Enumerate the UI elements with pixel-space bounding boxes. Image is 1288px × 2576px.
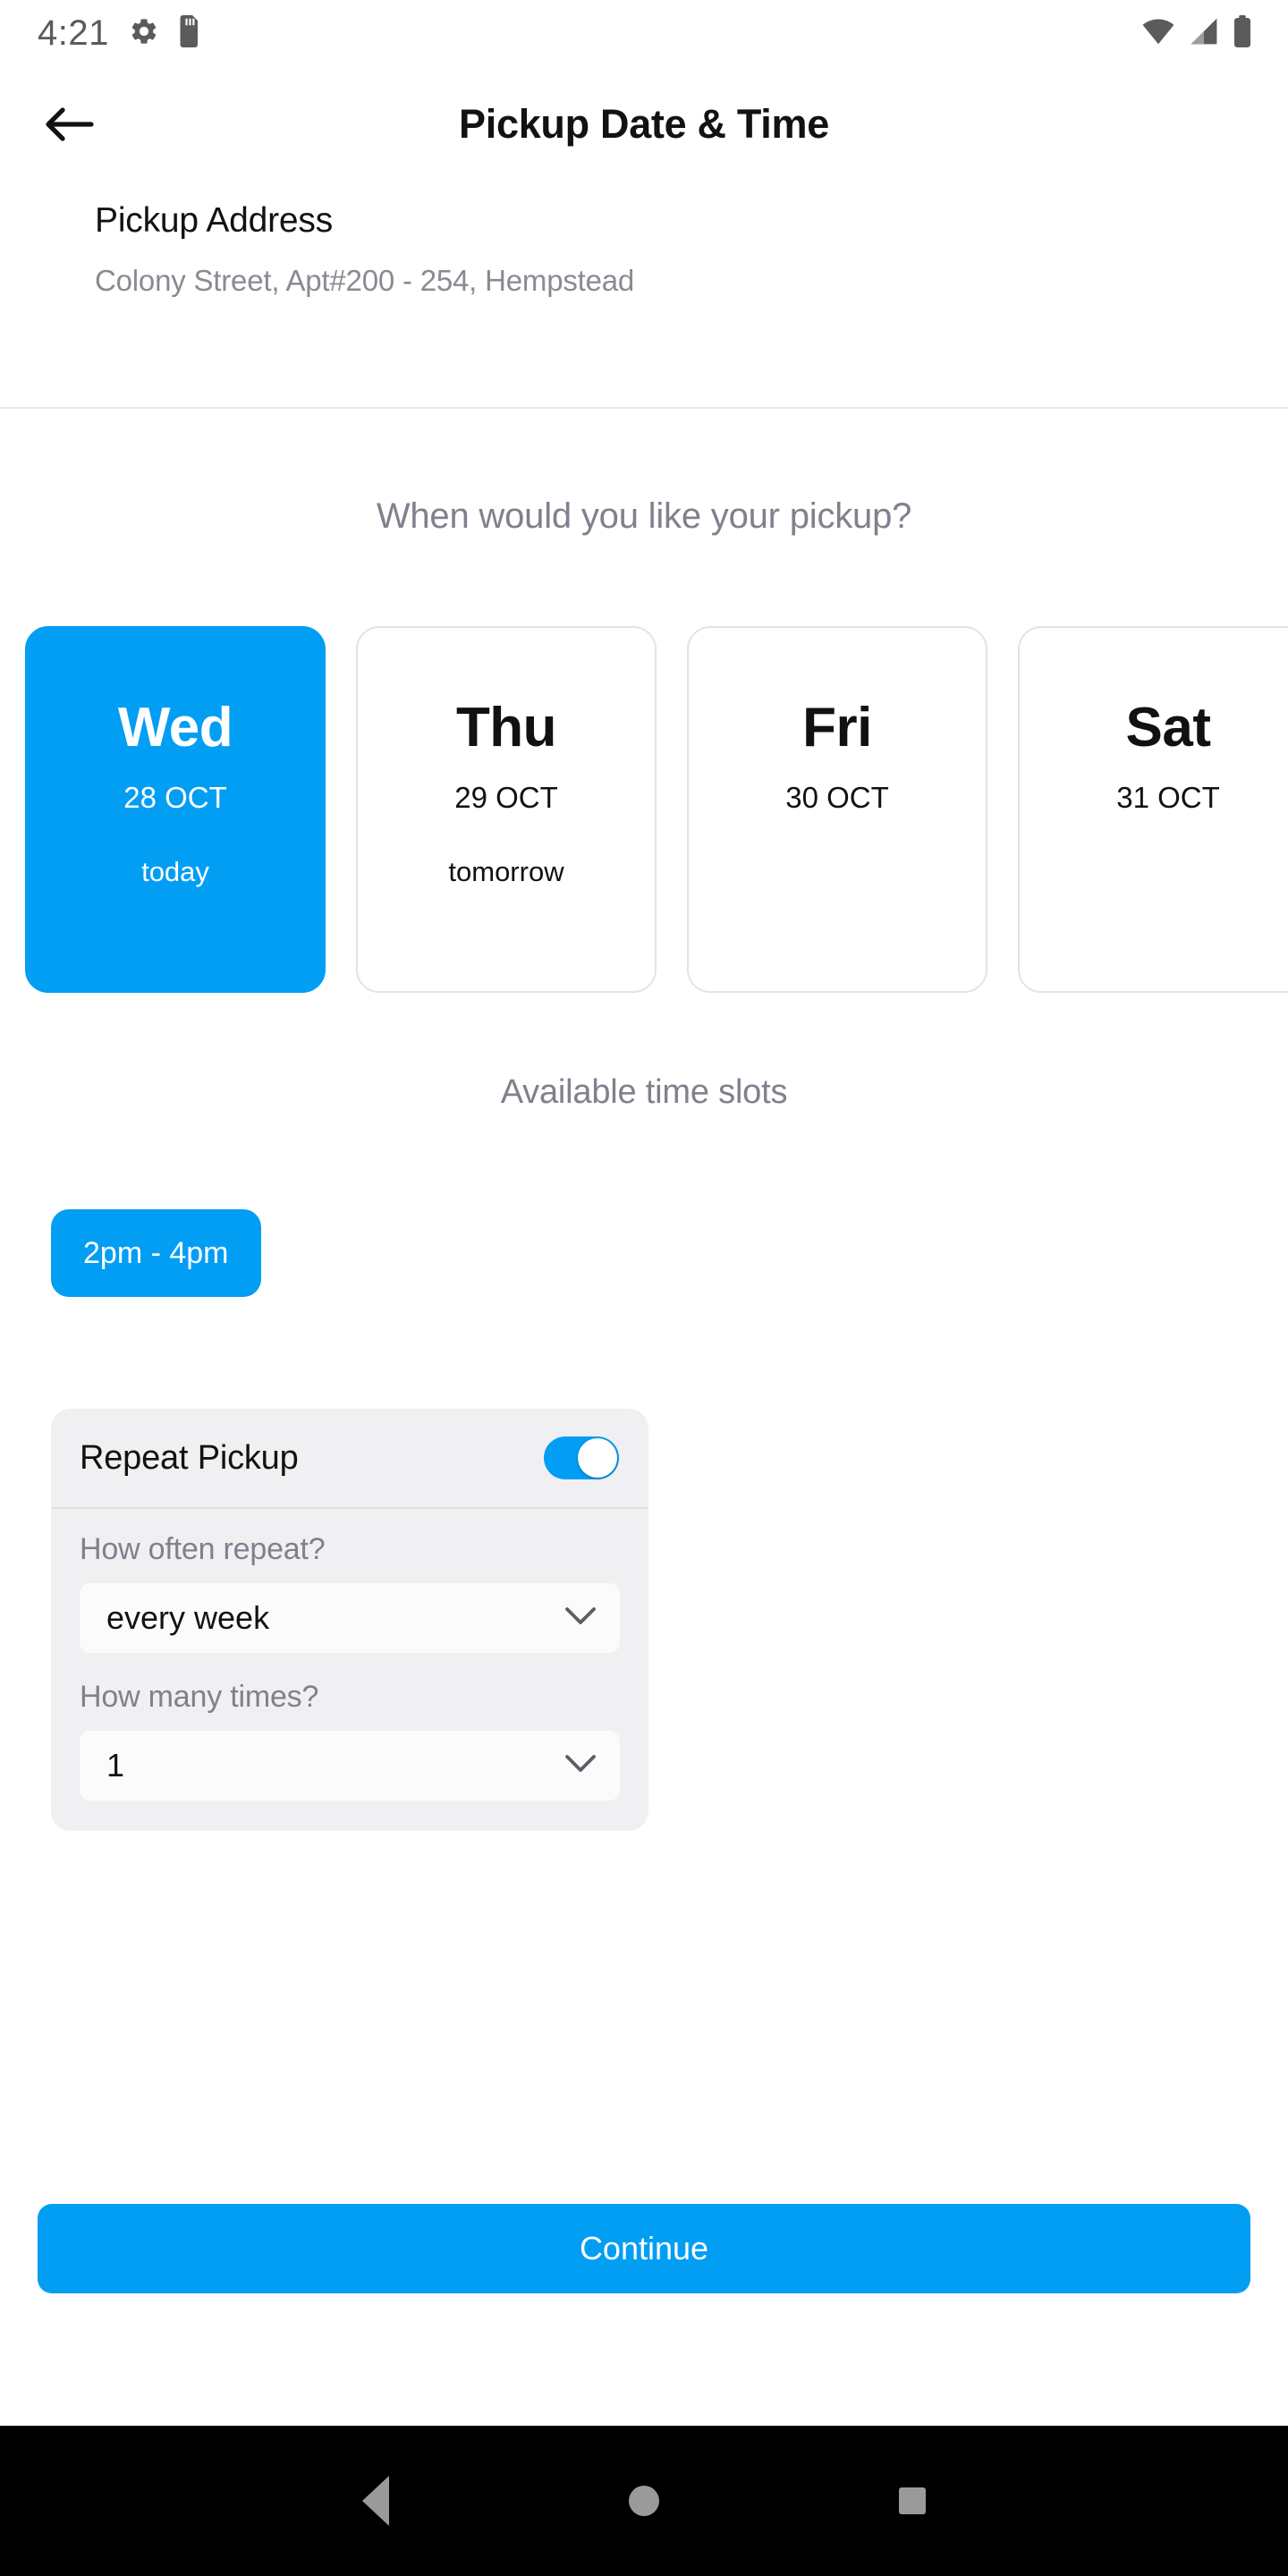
- frequency-label: How often repeat?: [80, 1532, 326, 1566]
- page-title: Pickup Date & Time: [459, 101, 829, 147]
- pickup-address-block: Pickup Address Colony Street, Apt#200 - …: [0, 201, 1288, 298]
- date-card-day: Fri: [802, 697, 872, 758]
- date-card-thu[interactable]: Thu 29 OCT tomorrow: [356, 626, 657, 993]
- time-slots-row[interactable]: 2pm - 4pm: [51, 1209, 261, 1297]
- status-bar-clock: 4:21: [38, 13, 109, 53]
- repeat-pickup-toggle[interactable]: [544, 1436, 619, 1479]
- repeat-pickup-label: Repeat Pickup: [80, 1438, 299, 1477]
- time-slot-chip[interactable]: 2pm - 4pm: [51, 1209, 261, 1297]
- gear-icon: [129, 16, 159, 51]
- frequency-field-group: How often repeat? every week: [80, 1532, 620, 1653]
- date-card-wed[interactable]: Wed 28 OCT today: [25, 626, 326, 993]
- date-card-date: 29 OCT: [454, 781, 558, 814]
- status-bar-left: 4:21: [38, 13, 200, 54]
- continue-button[interactable]: Continue: [38, 2204, 1250, 2293]
- date-card-day: Sat: [1125, 697, 1211, 758]
- count-field-group: How many times? 1: [80, 1680, 620, 1801]
- triangle-back-icon: [362, 2476, 389, 2526]
- circle-home-icon: [629, 2486, 659, 2516]
- repeat-pickup-body: How often repeat? every week How many ti…: [51, 1509, 648, 1831]
- frequency-select[interactable]: every week: [80, 1583, 620, 1653]
- toggle-knob: [578, 1438, 617, 1478]
- battery-icon: [1233, 15, 1252, 52]
- frequency-value: every week: [106, 1599, 270, 1636]
- date-card-date: 28 OCT: [123, 781, 227, 814]
- count-select[interactable]: 1: [80, 1731, 620, 1801]
- date-card-day: Thu: [455, 697, 557, 758]
- android-navigation-bar: [0, 2426, 1288, 2576]
- repeat-pickup-card: Repeat Pickup How often repeat? every we…: [51, 1409, 648, 1831]
- count-value: 1: [106, 1747, 125, 1784]
- nav-home-button[interactable]: [510, 2486, 778, 2516]
- time-slots-title: Available time slots: [500, 1073, 788, 1111]
- date-card-relative: today: [141, 856, 209, 887]
- nav-recents-button[interactable]: [778, 2487, 1046, 2514]
- date-cards-row[interactable]: Wed 28 OCT today Thu 29 OCT tomorrow Fri…: [25, 626, 1288, 993]
- wifi-icon: [1141, 17, 1175, 50]
- pickup-address-value: Colony Street, Apt#200 - 254, Hempstead: [95, 264, 635, 297]
- sd-card-icon: [179, 15, 200, 52]
- cellular-signal-icon: [1188, 17, 1220, 50]
- status-bar-right: [1141, 15, 1252, 52]
- date-card-sat[interactable]: Sat 31 OCT: [1018, 626, 1288, 993]
- section-divider: [0, 407, 1288, 409]
- pickup-address-title: Pickup Address: [95, 201, 334, 240]
- date-card-relative: tomorrow: [448, 856, 564, 887]
- date-card-date: 30 OCT: [785, 781, 889, 814]
- repeat-pickup-header: Repeat Pickup: [51, 1409, 648, 1509]
- date-card-day: Wed: [117, 697, 233, 758]
- count-label: How many times?: [80, 1680, 319, 1714]
- date-card-fri[interactable]: Fri 30 OCT: [687, 626, 987, 993]
- app-bar: Pickup Date & Time: [0, 67, 1288, 182]
- chevron-down-icon: [564, 1754, 597, 1778]
- chevron-down-icon: [564, 1606, 597, 1631]
- date-card-date: 31 OCT: [1116, 781, 1220, 814]
- square-recents-icon: [899, 2487, 926, 2514]
- status-bar: 4:21: [0, 0, 1288, 67]
- date-section-question: When would you like your pickup?: [376, 496, 912, 536]
- nav-back-button[interactable]: [242, 2476, 510, 2526]
